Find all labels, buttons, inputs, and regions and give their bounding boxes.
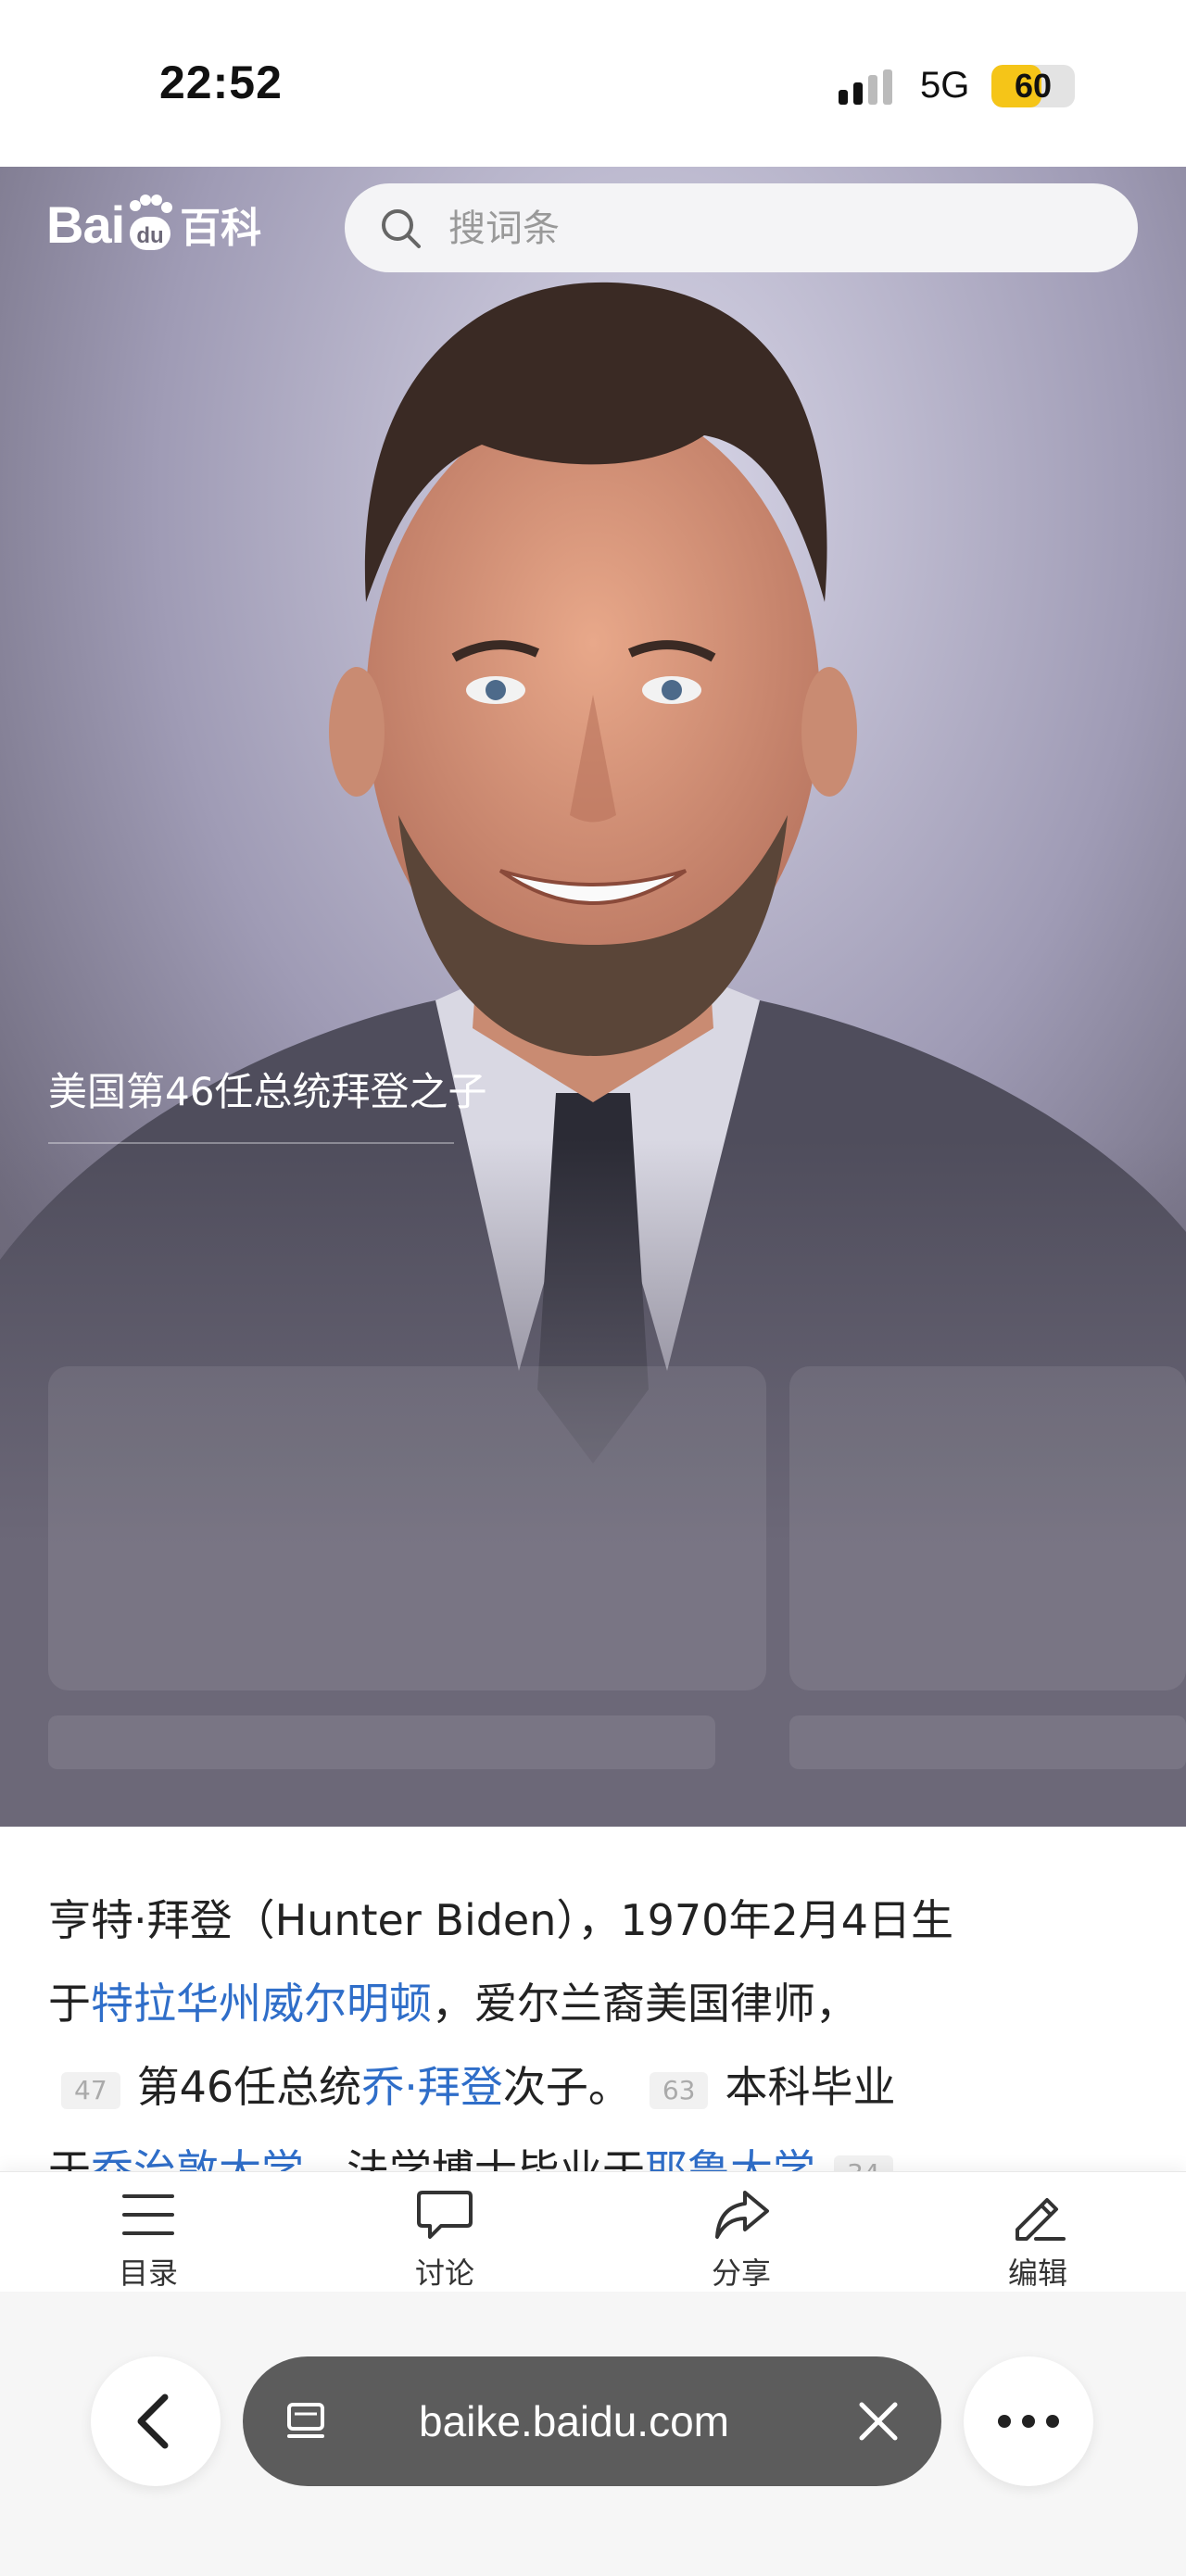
toc-button[interactable]: 目录	[83, 2187, 213, 2293]
summary-line: 47 第46任总统乔·拜登次子。 63 本科毕业	[48, 2045, 1138, 2129]
discuss-button[interactable]: 讨论	[380, 2187, 510, 2293]
paw-icon: du	[126, 195, 174, 254]
network-type: 5G	[920, 65, 970, 106]
logo-paw-text: du	[136, 223, 163, 248]
pencil-icon	[1016, 2198, 1066, 2241]
album-card-placeholder[interactable]	[48, 1366, 766, 1690]
toc-label: 目录	[118, 2256, 178, 2291]
chat-bubble-icon	[417, 2191, 473, 2239]
browser-nav-bar: baike.baidu.com	[0, 2292, 1186, 2576]
status-bar: 22:52 5G 60	[0, 0, 1186, 167]
share-label: 分享	[711, 2256, 771, 2291]
summary-line: 亨特·拜登（Hunter Biden），1970年2月4日生	[48, 1879, 1138, 1962]
caption-divider	[48, 1142, 454, 1144]
signal-icon	[839, 69, 892, 105]
link-wilmington[interactable]: 特拉华州威尔明顿	[91, 1979, 432, 2029]
more-button[interactable]	[964, 2356, 1093, 2486]
share-button[interactable]: 分享	[676, 2187, 806, 2293]
link-joe-biden[interactable]: 乔·拜登	[361, 2062, 503, 2112]
baidu-baike-logo[interactable]: Bai du 百科	[46, 187, 261, 261]
article-toolbar: 目录 讨论 分享 编辑	[0, 2171, 1186, 2293]
logo-cn: 百科	[180, 206, 262, 251]
battery-level: 60	[1014, 67, 1053, 105]
search-input[interactable]	[447, 183, 1099, 274]
summary-text: 于	[48, 1979, 91, 2029]
reference-badge[interactable]: 47	[61, 2071, 120, 2109]
album-caption-placeholder	[789, 1715, 1186, 1769]
discuss-label: 讨论	[414, 2256, 474, 2291]
battery-icon: 60	[991, 65, 1075, 107]
album-caption-placeholder	[48, 1715, 715, 1769]
reference-badge[interactable]: 63	[649, 2071, 709, 2109]
search-bar[interactable]	[345, 183, 1138, 274]
summary-text: 亨特·拜登（Hunter Biden），1970年2月4日生	[48, 1895, 953, 1945]
summary-text: 本科毕业	[725, 2062, 896, 2112]
edit-label: 编辑	[1007, 2256, 1067, 2291]
more-dots-icon	[998, 2415, 1059, 2428]
tabs-icon[interactable]	[282, 2397, 330, 2445]
edit-button[interactable]: 编辑	[973, 2187, 1103, 2293]
summary-text: ，爱尔兰裔美国律师，	[432, 1979, 858, 2029]
article-summary: 亨特·拜登（Hunter Biden），1970年2月4日生 于特拉华州威尔明顿…	[48, 1879, 1138, 2212]
chevron-left-icon	[137, 2394, 169, 2449]
list-icon	[122, 2194, 174, 2235]
status-time: 22:52	[159, 57, 283, 108]
hero-section: Bai du 百科 美国第46任总统拜登之子	[0, 167, 1186, 1827]
hero-caption: 美国第46任总统拜登之子	[48, 1069, 487, 1114]
address-bar[interactable]: baike.baidu.com	[243, 2356, 941, 2486]
album-card-placeholder[interactable]	[789, 1366, 1186, 1690]
summary-line: 于特拉华州威尔明顿，爱尔兰裔美国律师，	[48, 1962, 1138, 2045]
summary-text: 次子。	[502, 2062, 631, 2112]
close-icon[interactable]	[854, 2397, 902, 2445]
url-text[interactable]: baike.baidu.com	[419, 2356, 729, 2486]
search-icon	[382, 209, 421, 248]
logo-text: Bai	[46, 195, 125, 254]
back-button[interactable]	[91, 2356, 221, 2486]
share-arrow-icon	[715, 2191, 769, 2239]
summary-text: 第46任总统	[136, 2062, 362, 2112]
